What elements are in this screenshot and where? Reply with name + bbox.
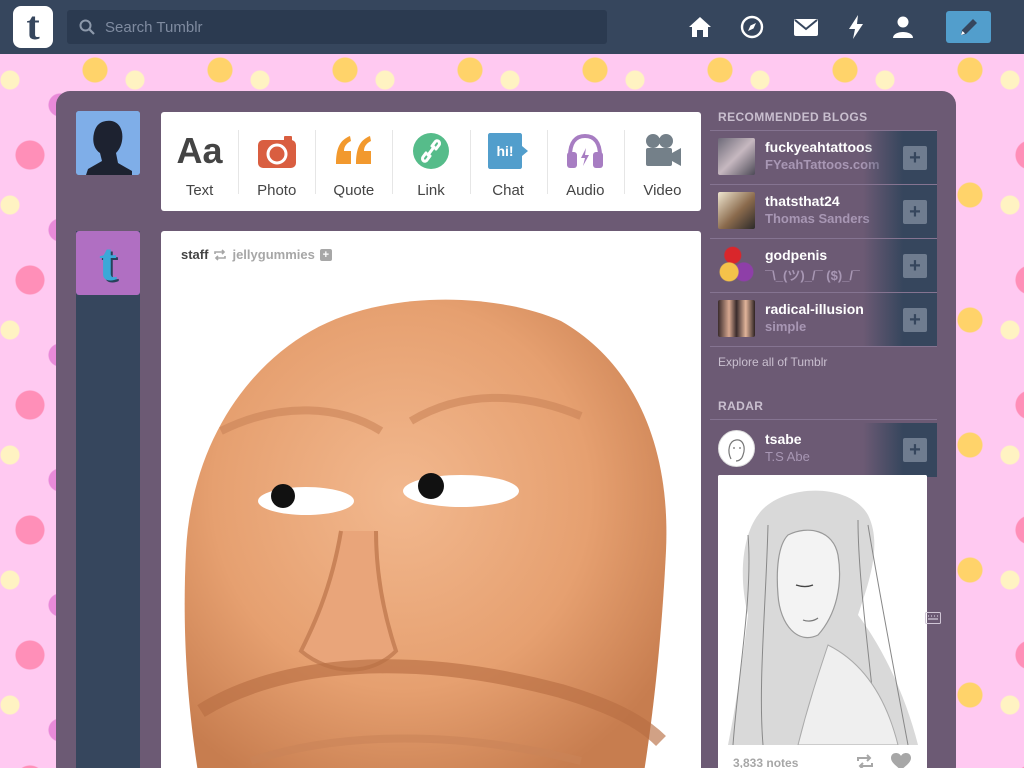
post-type-label: Chat — [492, 182, 524, 199]
blog-avatar[interactable] — [718, 430, 755, 467]
tumblr-logo[interactable]: t — [13, 6, 53, 48]
post-type-video[interactable]: Video — [623, 112, 701, 211]
row-fade — [863, 185, 903, 239]
plus-icon: + — [903, 146, 927, 170]
silhouette-avatar-image — [76, 111, 140, 175]
plus-icon: + — [903, 438, 927, 462]
follow-button[interactable]: + — [903, 185, 937, 239]
post-type-label: Link — [417, 182, 445, 199]
post-type-label: Quote — [333, 182, 375, 199]
post-type-link[interactable]: Link — [392, 112, 469, 211]
post-type-quote[interactable]: Quote — [315, 112, 392, 211]
link-icon — [412, 133, 449, 169]
follow-plus-icon[interactable]: + — [319, 248, 332, 261]
follow-button[interactable]: + — [903, 131, 937, 185]
explore-all-link[interactable]: Explore all of Tumblr — [718, 355, 827, 369]
blog-avatar[interactable] — [718, 138, 755, 175]
home-icon[interactable] — [686, 13, 714, 41]
radar-post-sketch-image[interactable] — [718, 475, 927, 746]
reblog-icon — [214, 248, 227, 261]
radar-heading: RADAR — [718, 399, 764, 413]
headphones-icon — [567, 134, 604, 168]
row-fade — [863, 239, 903, 293]
blog-name[interactable]: tsabe — [765, 431, 802, 447]
blog-avatar[interactable] — [718, 192, 755, 229]
search-icon — [79, 19, 95, 35]
row-fade — [863, 293, 903, 347]
compose-post-button[interactable] — [946, 11, 991, 43]
user-avatar[interactable] — [76, 111, 140, 175]
follow-button[interactable]: + — [903, 423, 937, 477]
post-type-bar: Aa Text Photo Quote Link hi! Chat Audio … — [161, 112, 701, 211]
pencil-icon — [961, 19, 977, 35]
explore-icon[interactable] — [738, 13, 766, 41]
blog-name[interactable]: godpenis — [765, 247, 827, 263]
post-type-label: Photo — [257, 182, 297, 199]
post-type-chat[interactable]: hi! Chat — [469, 112, 547, 211]
post-type-text[interactable]: Aa Text — [161, 112, 238, 211]
recommended-blogs-heading: RECOMMENDED BLOGS — [718, 110, 868, 124]
sketch-avatar-image — [728, 439, 745, 462]
post-type-audio[interactable]: Audio — [546, 112, 624, 211]
chat-icon-text: hi! — [497, 143, 514, 159]
activity-icon[interactable] — [842, 13, 870, 41]
quote-icon — [335, 136, 371, 164]
account-icon[interactable] — [889, 13, 917, 41]
blog-name[interactable]: radical-illusion — [765, 301, 864, 317]
blog-avatar[interactable] — [718, 246, 755, 283]
blog-name[interactable]: thatsthat24 — [765, 193, 840, 209]
post-type-label: Video — [643, 182, 682, 199]
blog-avatar[interactable] — [718, 300, 755, 337]
blog-title: simple — [765, 319, 807, 334]
blog-title: Thomas Sanders — [765, 211, 870, 226]
plus-icon: + — [903, 254, 927, 278]
video-camera-icon — [646, 134, 682, 166]
plus-icon: + — [903, 308, 927, 332]
post-avatar-column — [76, 231, 140, 768]
post-type-label: Audio — [566, 182, 605, 199]
heart-icon[interactable] — [891, 753, 911, 768]
search-bar[interactable] — [67, 10, 607, 44]
radar-notes-count[interactable]: 3,833 notes — [733, 756, 798, 768]
staff-avatar[interactable]: t — [76, 231, 140, 295]
post-author[interactable]: staff — [181, 247, 208, 262]
post-type-photo[interactable]: Photo — [238, 112, 315, 211]
inbox-icon[interactable] — [792, 13, 820, 41]
sidebar-divider — [710, 419, 937, 420]
sidebar-divider — [710, 346, 937, 347]
follow-button[interactable]: + — [903, 293, 937, 347]
blog-name[interactable]: fuckyeahtattoos — [765, 139, 872, 155]
dashboard-post: staff jellygummies + — [161, 231, 701, 768]
chat-icon: hi! — [488, 133, 529, 169]
row-fade — [863, 131, 903, 185]
top-nav-bar: t — [0, 0, 1024, 54]
blog-title: ¯\_(ツ)_/¯ ($)_/¯ — [765, 268, 861, 283]
plus-icon: + — [903, 200, 927, 224]
reblogged-from[interactable]: jellygummies — [232, 247, 314, 262]
text-icon: Aa — [176, 130, 223, 171]
reblog-icon[interactable] — [855, 754, 875, 768]
camera-icon — [257, 136, 296, 168]
keyboard-shortcuts-icon[interactable] — [925, 612, 941, 624]
radar-post-card[interactable]: 3,833 notes — [718, 475, 927, 768]
blog-title: T.S Abe — [765, 449, 810, 464]
post-header: staff jellygummies + — [181, 247, 332, 262]
search-input[interactable] — [105, 10, 595, 44]
row-fade — [863, 423, 903, 477]
post-type-label: Text — [185, 182, 214, 199]
post-photo-face-image[interactable] — [161, 291, 701, 768]
follow-button[interactable]: + — [903, 239, 937, 293]
